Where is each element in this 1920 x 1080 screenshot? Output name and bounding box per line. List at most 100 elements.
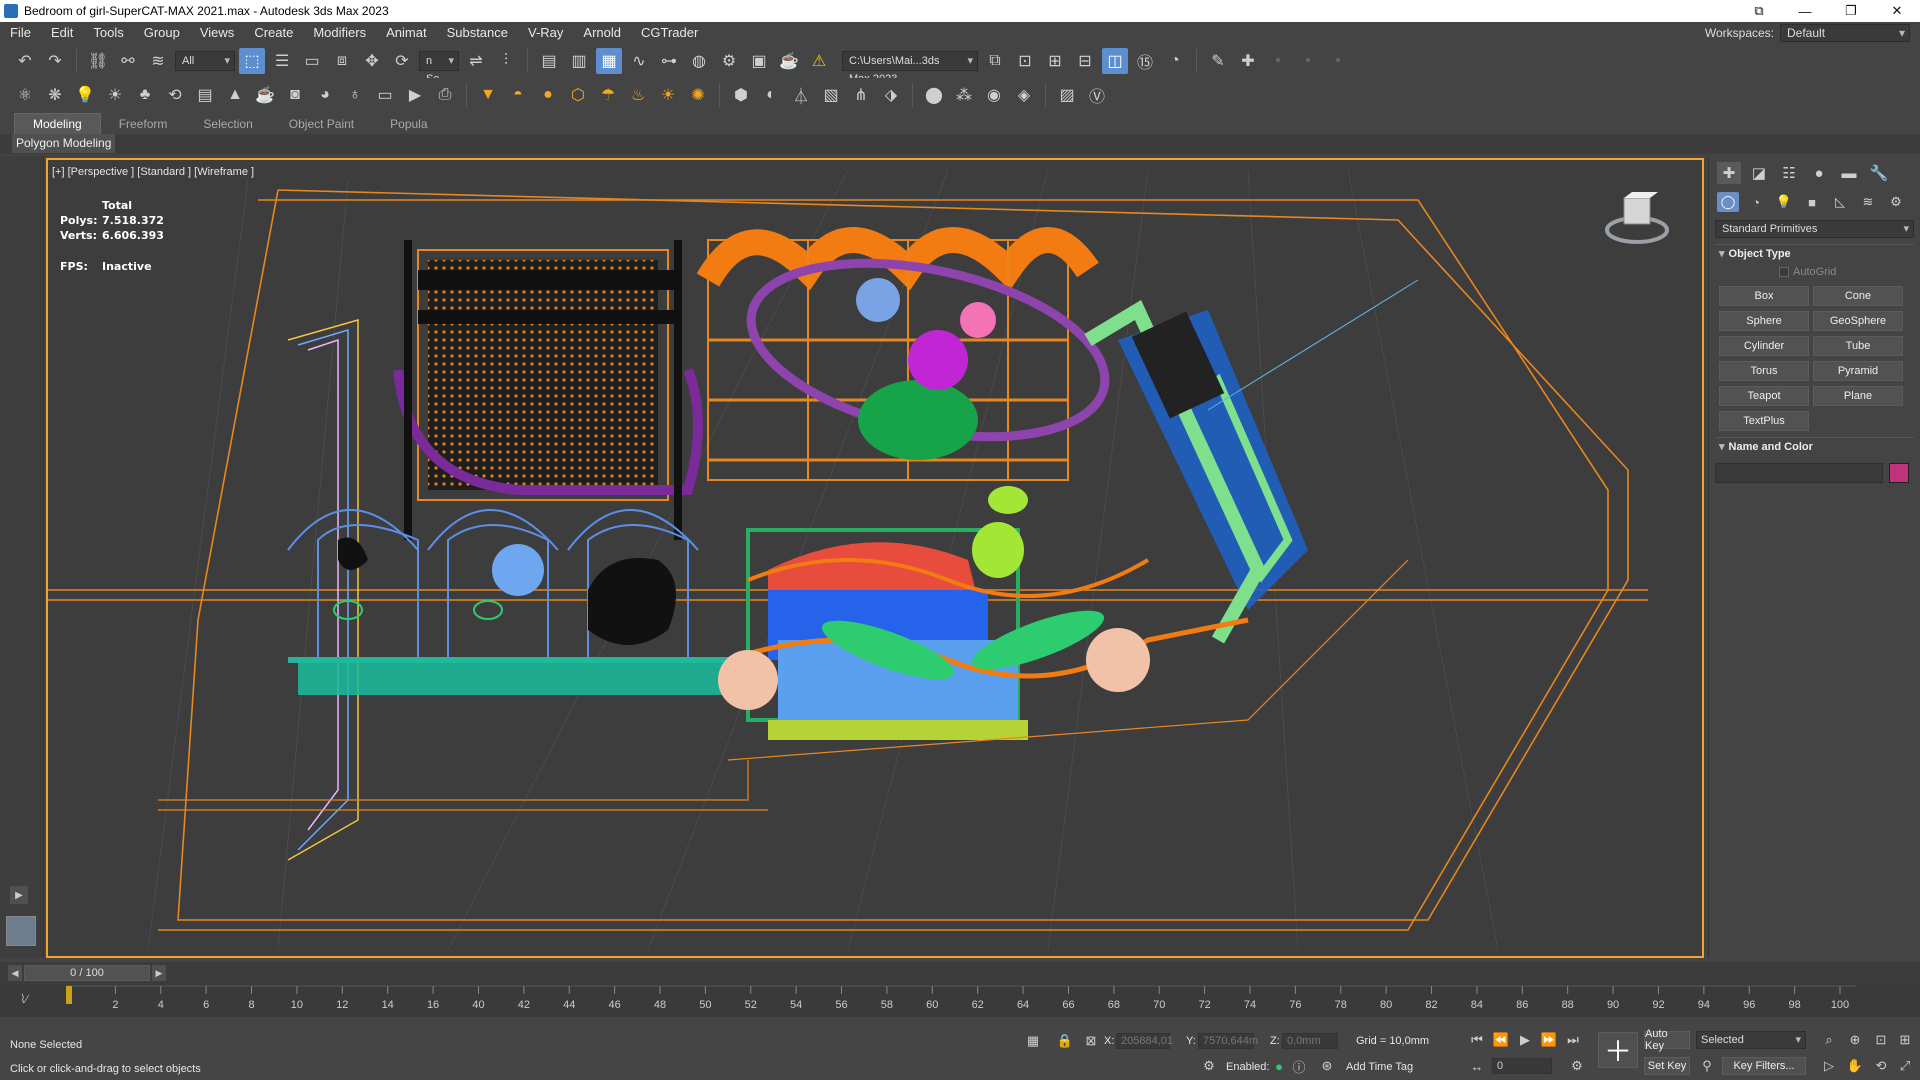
plane-button[interactable]: Plane (1813, 386, 1903, 406)
create-tab-icon[interactable]: ✚ (1717, 162, 1741, 184)
time-configuration-icon[interactable]: ⚙ (1568, 1057, 1586, 1075)
pyramid-button[interactable]: Pyramid (1813, 361, 1903, 381)
orbit-icon[interactable]: ⟲ (1872, 1057, 1890, 1075)
y-coordinate-field[interactable]: 7570,644m (1198, 1033, 1258, 1049)
curve-editor-icon[interactable]: ∿ (626, 48, 652, 74)
add-time-tag[interactable]: Add Time Tag (1346, 1061, 1413, 1073)
vantage-icon[interactable]: Ⓥ (1084, 82, 1110, 108)
preview-icon[interactable]: ▶ (402, 82, 428, 108)
go-to-end-icon[interactable]: ⏭ (1564, 1031, 1582, 1049)
key-filters-button[interactable]: Key Filters... (1722, 1057, 1806, 1075)
viewport-layout-icon[interactable] (6, 916, 36, 946)
camera-toolbar-icon[interactable]: ⎙ (432, 82, 458, 108)
menu-cgtrader[interactable]: CGTrader (631, 22, 708, 44)
bulb-icon[interactable]: ♁ (342, 82, 368, 108)
container-icon[interactable]: ⊞ (1042, 48, 1068, 74)
geometry-icon[interactable]: ◯ (1717, 192, 1739, 212)
undo-icon[interactable]: ↶ (12, 48, 38, 74)
teapot-button[interactable]: Teapot (1719, 386, 1809, 406)
vray-proxy-icon[interactable]: ⬢ (728, 82, 754, 108)
key-mode-toggle-icon[interactable]: ↔ (1468, 1057, 1486, 1075)
autogrid-checkbox[interactable] (1779, 267, 1789, 277)
hierarchy-tab-icon[interactable]: ☷ (1777, 162, 1801, 184)
menu-create[interactable]: Create (244, 22, 303, 44)
torus-button[interactable]: Torus (1719, 361, 1809, 381)
warning-icon[interactable]: ⚠ (806, 48, 832, 74)
vray-mesh-light-icon[interactable]: ⬡ (565, 82, 591, 108)
cameras-icon[interactable]: ■ (1801, 192, 1823, 212)
expand-layouts-icon[interactable]: ▶ (10, 886, 28, 904)
z-coordinate-field[interactable]: 0,0mm (1282, 1033, 1338, 1049)
systems-icon[interactable]: ⚙ (1885, 192, 1907, 212)
vray-fur-icon[interactable]: ⏃ (788, 82, 814, 108)
vray-plane-icon[interactable]: ▧ (818, 82, 844, 108)
key-filter-icon[interactable]: ⚲ (1698, 1057, 1716, 1075)
tab-object-paint[interactable]: Object Paint (271, 114, 372, 134)
time-slider-handle[interactable]: 0 / 100 (24, 965, 150, 981)
autogrid-option[interactable]: AutoGrid (1779, 266, 1920, 278)
previous-frame-icon[interactable]: ◀ (8, 965, 22, 981)
light-lister-icon[interactable]: 💡 (72, 82, 98, 108)
helpers-icon[interactable]: ◺ (1829, 192, 1851, 212)
close-button[interactable]: ✕ (1874, 0, 1920, 22)
box-button[interactable]: Box (1719, 286, 1809, 306)
select-object-icon[interactable]: ⬚ (239, 48, 265, 74)
snapshot-icon[interactable]: ⊟ (1072, 48, 1098, 74)
utilities-tab-icon[interactable]: 🔧 (1867, 162, 1891, 184)
move-icon[interactable]: ✥ (359, 48, 385, 74)
zoom-all-icon[interactable]: ⊕ (1846, 1031, 1864, 1049)
x-coordinate-field[interactable]: 205884,01 (1116, 1033, 1173, 1049)
menu-arnold[interactable]: Arnold (573, 22, 631, 44)
align-icon[interactable]: ⫶ (493, 48, 519, 74)
restore-layout-icon[interactable]: ⧉ (1736, 0, 1782, 22)
tab-selection[interactable]: Selection (185, 114, 270, 134)
previous-key-icon[interactable]: ⏪ (1492, 1031, 1510, 1049)
auto-key-button[interactable]: Auto Key (1644, 1028, 1690, 1052)
geosphere-button[interactable]: GeoSphere (1813, 311, 1903, 331)
isolate-selection-icon[interactable]: ▦ (1024, 1032, 1042, 1050)
play-icon[interactable]: ▶ (1516, 1031, 1534, 1049)
render-shortcut-icon[interactable]: ▲ (222, 82, 248, 108)
object-color-swatch[interactable] (1889, 463, 1909, 483)
go-to-start-icon[interactable]: ⏮ (1468, 1031, 1486, 1049)
menu-group[interactable]: Group (134, 22, 190, 44)
minimize-button[interactable]: — (1782, 0, 1828, 22)
mirror-icon[interactable]: ⇌ (463, 48, 489, 74)
maximize-button[interactable]: ❐ (1828, 0, 1874, 22)
cone-button[interactable]: Cone (1813, 286, 1903, 306)
link-icon[interactable]: ⛓ (85, 48, 111, 74)
key-selection-dropdown[interactable]: Selected (1696, 1031, 1806, 1049)
reference-coordinate-dropdown[interactable]: n Se (419, 51, 459, 85)
layer-explorer-icon[interactable]: ▤ (536, 48, 562, 74)
cylinder-button[interactable]: Cylinder (1719, 336, 1809, 356)
menu-vray[interactable]: V-Ray (518, 22, 573, 44)
frame-buffer-icon[interactable]: ▤ (192, 82, 218, 108)
perspective-viewport[interactable]: [+] [Perspective ] [Standard ] [Wirefram… (46, 158, 1704, 958)
menu-modifiers[interactable]: Modifiers (303, 22, 376, 44)
redo-icon[interactable]: ↷ (42, 48, 68, 74)
particle-view-icon[interactable]: ❋ (42, 82, 68, 108)
viewport-label[interactable]: [+] [Perspective ] [Standard ] [Wirefram… (52, 166, 254, 178)
ribbon-toggle-icon[interactable]: ▦ (596, 48, 622, 74)
unlink-icon[interactable]: ⚯ (115, 48, 141, 74)
shapes-icon[interactable]: ◔ (1745, 192, 1767, 212)
render-icon[interactable]: ☕ (776, 48, 802, 74)
tab-freeform[interactable]: Freeform (101, 114, 186, 134)
render-setup-icon[interactable]: ⚙ (716, 48, 742, 74)
adaptive-degradation-icon[interactable]: ⚙ (1200, 1057, 1218, 1075)
info-icon[interactable]: ⓘ (1290, 1057, 1308, 1075)
menu-edit[interactable]: Edit (41, 22, 83, 44)
menu-animation[interactable]: Animat (376, 22, 436, 44)
spinner-snap-icon[interactable]: ✚ (1235, 48, 1261, 74)
next-frame-icon[interactable]: ▶ (152, 965, 166, 981)
vray-grass-icon[interactable]: ⋔ (848, 82, 874, 108)
lights-icon[interactable]: 💡 (1773, 192, 1795, 212)
time-tag-icon[interactable]: ⊛ (1318, 1057, 1336, 1075)
viewport-icon[interactable]: ▭ (372, 82, 398, 108)
vray-decal-icon[interactable]: ⬗ (878, 82, 904, 108)
current-frame-field[interactable]: 0 (1492, 1058, 1552, 1074)
zoom-extents-all-icon[interactable]: ⊞ (1896, 1031, 1914, 1049)
color-picker-icon[interactable]: ◉ (981, 82, 1007, 108)
vray-dome-icon[interactable]: ◓ (505, 82, 531, 108)
vray-ies-icon[interactable]: ☂ (595, 82, 621, 108)
